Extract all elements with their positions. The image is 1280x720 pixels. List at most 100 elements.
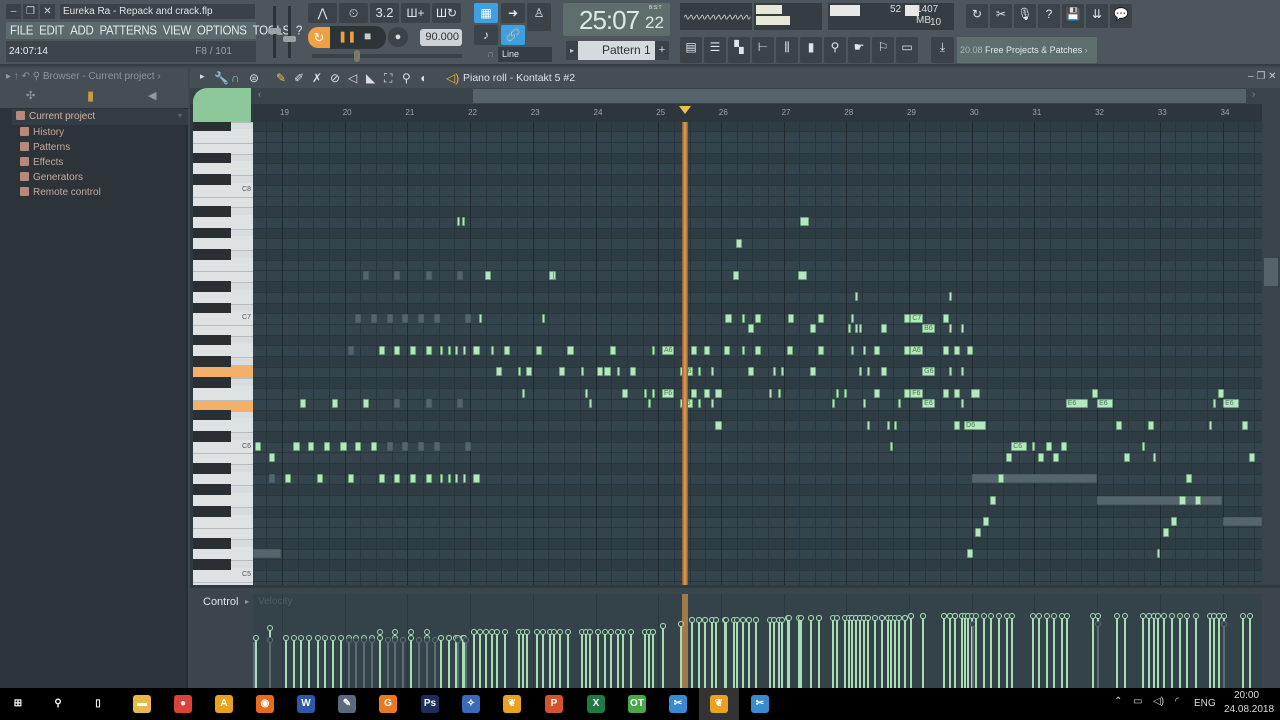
black-key[interactable] — [193, 377, 231, 389]
velocity-stem[interactable] — [1011, 616, 1014, 688]
restore-button[interactable]: ❐ — [23, 4, 38, 19]
note[interactable] — [742, 345, 746, 355]
note[interactable] — [777, 388, 782, 398]
note[interactable] — [448, 474, 452, 484]
note[interactable] — [478, 313, 482, 323]
note[interactable] — [253, 549, 282, 559]
playback-icon[interactable]: ◖ — [419, 71, 426, 85]
black-key[interactable] — [193, 227, 231, 239]
browser-icon[interactable]: ⊢ — [752, 37, 774, 63]
velocity-stem[interactable] — [1124, 616, 1127, 688]
velocity-stem[interactable] — [747, 620, 750, 688]
velocity-stem[interactable] — [893, 617, 896, 688]
note[interactable] — [581, 367, 585, 377]
note[interactable] — [503, 345, 511, 355]
velocity-handle[interactable] — [785, 614, 792, 621]
menu-view[interactable]: VIEW — [163, 24, 192, 37]
taskbar-powerpoint-icon[interactable]: P — [545, 695, 563, 713]
note[interactable]: C7 — [910, 313, 923, 323]
note[interactable] — [1194, 495, 1202, 505]
velocity-stem[interactable] — [843, 617, 846, 688]
note[interactable] — [340, 442, 347, 452]
velocity-stem[interactable] — [787, 617, 790, 688]
velocity-stem[interactable] — [974, 616, 977, 688]
song-time-display[interactable]: 25:07 22 B:S:T — [563, 3, 670, 36]
note[interactable] — [542, 313, 546, 323]
bar-label[interactable]: 28 — [844, 108, 853, 117]
velocity-stem[interactable] — [922, 616, 925, 688]
velocity-stem[interactable] — [354, 640, 357, 688]
velocity-stem[interactable] — [535, 632, 538, 688]
note[interactable] — [456, 399, 464, 409]
note[interactable]: A6 — [910, 345, 923, 355]
minimize-button[interactable]: – — [6, 4, 21, 19]
white-key[interactable] — [193, 386, 253, 401]
note[interactable] — [317, 474, 324, 484]
velocity-handle[interactable] — [733, 617, 740, 623]
note[interactable] — [409, 474, 417, 484]
velocity-stem[interactable] — [293, 638, 296, 688]
velocity-stem[interactable] — [1038, 616, 1041, 688]
bar-label[interactable]: 25 — [656, 108, 665, 117]
velocity-handle[interactable] — [266, 625, 273, 631]
note[interactable] — [300, 399, 307, 409]
undo-icon[interactable]: ↻ — [966, 4, 988, 28]
velocity-stem[interactable] — [604, 632, 607, 688]
note[interactable] — [715, 388, 722, 398]
black-key[interactable] — [193, 281, 231, 292]
step-edit-button[interactable]: ➜ — [501, 3, 525, 23]
velocity-handle[interactable] — [797, 614, 804, 621]
note[interactable] — [855, 292, 859, 302]
note[interactable] — [1097, 495, 1223, 505]
note[interactable]: E6 — [1223, 399, 1239, 409]
velocity-stem[interactable] — [1115, 616, 1118, 688]
velocity-handle[interactable] — [940, 613, 947, 619]
note[interactable] — [735, 238, 743, 248]
velocity-stem[interactable] — [567, 632, 570, 688]
note[interactable] — [621, 388, 629, 398]
note[interactable] — [448, 345, 452, 355]
velocity-stem[interactable] — [703, 620, 706, 688]
note[interactable] — [461, 217, 466, 227]
mute-tool-icon[interactable]: ⊘ — [330, 71, 340, 85]
bar-label[interactable]: 27 — [782, 108, 791, 117]
note[interactable] — [954, 388, 961, 398]
browser-item-effects[interactable]: Effects — [20, 156, 63, 170]
note[interactable] — [465, 442, 472, 452]
velocity-handle[interactable] — [1036, 613, 1043, 619]
note[interactable] — [732, 270, 740, 280]
note[interactable] — [616, 367, 620, 377]
note[interactable] — [942, 345, 950, 355]
note[interactable] — [426, 270, 433, 280]
black-key[interactable] — [193, 505, 231, 517]
velocity-handle[interactable] — [1221, 621, 1228, 627]
black-key[interactable] — [193, 249, 231, 260]
taskbar-photoshop-icon[interactable]: Ps — [421, 695, 439, 713]
note[interactable] — [742, 313, 746, 323]
velocity-stem[interactable] — [1060, 616, 1063, 688]
velocity-handle[interactable] — [523, 629, 530, 635]
playhead-marker[interactable] — [679, 106, 692, 114]
velocity-handle[interactable] — [587, 629, 594, 635]
menu-edit[interactable]: EDIT — [39, 24, 64, 37]
note[interactable] — [798, 270, 808, 280]
velocity-stem[interactable] — [1097, 624, 1100, 688]
velocity-stem[interactable] — [836, 617, 839, 688]
velocity-stem[interactable] — [465, 640, 468, 688]
note[interactable] — [982, 517, 990, 527]
velocity-stem[interactable] — [880, 617, 883, 688]
velocity-stem[interactable] — [255, 638, 258, 688]
velocity-stem[interactable] — [426, 640, 429, 688]
volume-icon[interactable]: ◁) — [1153, 696, 1164, 707]
velocity-handle[interactable] — [253, 635, 260, 642]
bar-label[interactable]: 23 — [531, 108, 540, 117]
note[interactable] — [781, 367, 785, 377]
note[interactable] — [604, 367, 611, 377]
velocity-stem[interactable] — [409, 638, 412, 688]
note[interactable] — [456, 217, 461, 227]
note[interactable] — [772, 367, 777, 377]
velocity-stem[interactable] — [971, 624, 974, 688]
velocity-handle[interactable] — [871, 614, 878, 621]
velocity-stem[interactable] — [1208, 616, 1211, 688]
velocity-handle[interactable] — [305, 635, 312, 642]
